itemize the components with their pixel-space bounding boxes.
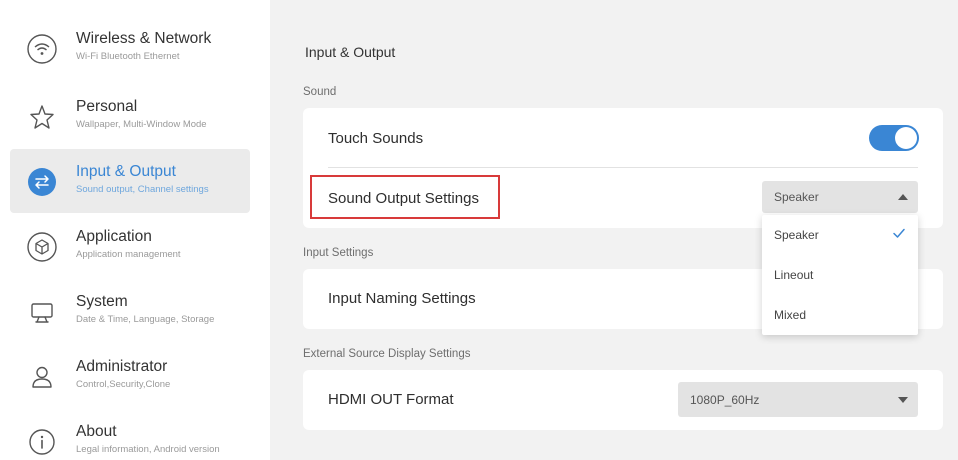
dropdown-option-mixed[interactable]: Mixed bbox=[762, 295, 918, 335]
divider bbox=[328, 167, 918, 168]
sound-output-select[interactable]: Speaker bbox=[762, 181, 918, 213]
sidebar-item-title: Wireless & Network bbox=[76, 30, 212, 47]
sidebar-item-subtitle: Sound output, Channel settings bbox=[76, 184, 209, 195]
info-icon bbox=[25, 425, 59, 459]
touch-sounds-toggle[interactable] bbox=[869, 125, 919, 151]
section-label-input-settings: Input Settings bbox=[303, 247, 374, 259]
highlight-box bbox=[310, 175, 500, 219]
page-title: Input & Output bbox=[305, 44, 396, 60]
sidebar-item-subtitle: Wallpaper, Multi-Window Mode bbox=[76, 119, 207, 130]
sidebar-item-subtitle: Application management bbox=[76, 249, 181, 260]
external-source-card: HDMI OUT Format 1080P_60Hz bbox=[303, 370, 943, 430]
sidebar-item-subtitle: Control,Security,Clone bbox=[76, 379, 171, 390]
sidebar-item-subtitle: Legal information, Android version bbox=[76, 444, 220, 455]
check-icon bbox=[893, 228, 905, 238]
dropdown-option-speaker[interactable]: Speaker bbox=[762, 215, 918, 255]
sidebar-item-system[interactable]: System Date & Time, Language, Storage bbox=[10, 279, 250, 343]
dropdown-option-lineout[interactable]: Lineout bbox=[762, 255, 918, 295]
option-label: Mixed bbox=[774, 308, 807, 322]
section-label-external-source: External Source Display Settings bbox=[303, 348, 471, 360]
wifi-icon bbox=[25, 32, 59, 66]
sidebar-item-title: Input & Output bbox=[76, 163, 176, 180]
sidebar-item-about[interactable]: About Legal information, Android version bbox=[10, 409, 250, 460]
swap-arrows-icon bbox=[25, 165, 59, 199]
sidebar-item-subtitle: Wi-Fi Bluetooth Ethernet bbox=[76, 51, 180, 62]
monitor-icon bbox=[25, 295, 59, 329]
sidebar-item-title: About bbox=[76, 423, 117, 440]
input-naming-settings-label[interactable]: Input Naming Settings bbox=[328, 290, 476, 307]
user-icon bbox=[25, 360, 59, 394]
sidebar-item-title: Administrator bbox=[76, 358, 168, 375]
sound-output-value: Speaker bbox=[774, 190, 819, 204]
cube-icon bbox=[25, 230, 59, 264]
sound-output-dropdown: Speaker Lineout Mixed bbox=[762, 215, 918, 335]
sidebar-item-title: Application bbox=[76, 228, 152, 245]
hdmi-out-format-value: 1080P_60Hz bbox=[690, 393, 760, 407]
sidebar: Wireless & Network Wi-Fi Bluetooth Ether… bbox=[0, 0, 258, 460]
caret-up-icon bbox=[898, 194, 908, 200]
option-label: Speaker bbox=[774, 228, 819, 242]
touch-sounds-label: Touch Sounds bbox=[328, 130, 424, 147]
sidebar-item-title: Personal bbox=[76, 98, 138, 115]
sidebar-item-application[interactable]: Application Application management bbox=[10, 214, 250, 278]
sidebar-item-personal[interactable]: Personal Wallpaper, Multi-Window Mode bbox=[10, 84, 250, 148]
sidebar-item-title: System bbox=[76, 293, 128, 310]
sidebar-item-subtitle: Date & Time, Language, Storage bbox=[76, 314, 215, 325]
section-label-sound: Sound bbox=[303, 86, 337, 98]
toggle-knob bbox=[895, 127, 917, 149]
hdmi-out-format-label: HDMI OUT Format bbox=[328, 391, 454, 408]
option-label: Lineout bbox=[774, 268, 814, 282]
caret-down-icon bbox=[898, 397, 908, 403]
star-icon bbox=[25, 100, 59, 134]
sidebar-item-wireless-network[interactable]: Wireless & Network Wi-Fi Bluetooth Ether… bbox=[10, 16, 250, 80]
sidebar-item-input-output[interactable]: Input & Output Sound output, Channel set… bbox=[10, 149, 250, 213]
hdmi-out-format-select[interactable]: 1080P_60Hz bbox=[678, 382, 918, 417]
sidebar-item-administrator[interactable]: Administrator Control,Security,Clone bbox=[10, 344, 250, 408]
